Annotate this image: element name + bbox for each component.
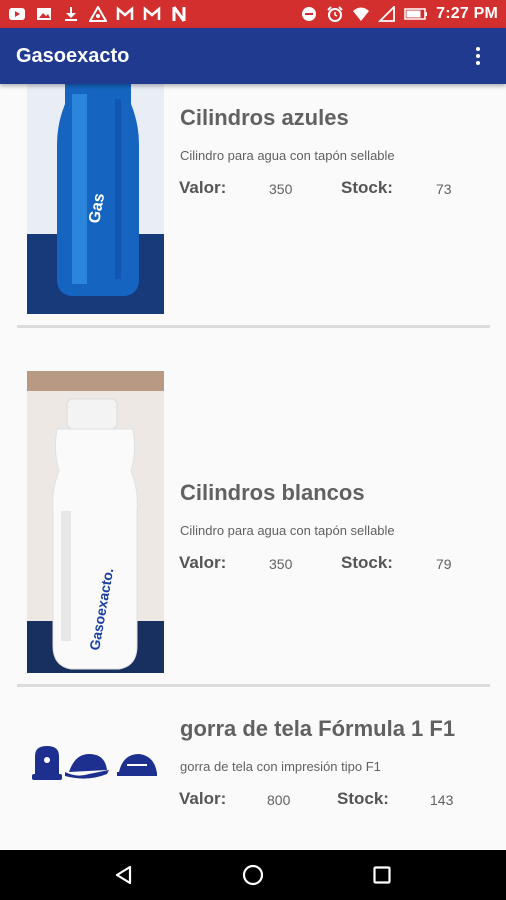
stock-amount: 143: [430, 792, 454, 808]
notification-icons: [8, 6, 188, 22]
stock-label: Stock:: [337, 789, 389, 808]
more-vert-icon[interactable]: [466, 36, 490, 76]
stock-amount: 79: [436, 556, 452, 572]
do-not-disturb-icon: [300, 6, 318, 22]
product-title: Cilindros blancos: [180, 480, 365, 505]
clock: 7:27 PM: [436, 5, 498, 22]
product-description: Cilindro para agua con tapón sellable: [180, 148, 395, 163]
divider: [17, 684, 490, 687]
product-image-blue-bottle: Gas: [27, 84, 164, 314]
divider: [17, 325, 490, 328]
product-card[interactable]: gorra de tela Fórmula 1 F1 gorra de tela…: [0, 690, 506, 850]
signal-icon: [378, 6, 396, 22]
product-title: Cilindros azules: [180, 105, 349, 130]
value-amount: 800: [267, 792, 291, 808]
wifi-icon: [352, 6, 370, 22]
product-card[interactable]: Gasoexacto. Cilindros blancos Cilindro p…: [0, 330, 506, 690]
system-icons: 7:27 PM: [300, 5, 498, 23]
app-title: Gasoexacto: [16, 44, 130, 67]
download-icon: [62, 6, 80, 22]
value-label: Valor:: [179, 178, 227, 197]
product-description: gorra de tela con impresión tipo F1: [180, 759, 381, 774]
recents-icon[interactable]: [362, 855, 402, 895]
alert-icon: [89, 6, 107, 22]
stock-label: Stock:: [341, 178, 393, 197]
value-amount: 350: [269, 181, 293, 197]
value-amount: 350: [269, 556, 293, 572]
product-title: gorra de tela Fórmula 1 F1: [180, 716, 456, 741]
battery-icon: [404, 6, 428, 22]
netflix-icon: [170, 6, 188, 22]
youtube-icon: [8, 6, 26, 22]
value-label: Valor:: [179, 553, 227, 572]
gmail-icon: [116, 6, 134, 22]
gallery-icon: [35, 6, 53, 22]
product-card[interactable]: Gas Cilindros azules Cilindro para agua …: [0, 84, 506, 330]
product-list[interactable]: Gas Cilindros azules Cilindro para agua …: [0, 84, 506, 850]
value-label: Valor:: [179, 789, 227, 808]
product-image-caps: [27, 726, 164, 798]
home-icon[interactable]: [233, 855, 273, 895]
product-image-white-bottle: Gasoexacto.: [27, 371, 164, 673]
app-bar: Gasoexacto: [0, 28, 506, 84]
status-bar: 7:27 PM: [0, 0, 506, 28]
navigation-bar: [0, 850, 506, 900]
back-icon[interactable]: [104, 855, 144, 895]
stock-label: Stock:: [341, 553, 393, 572]
gmail-icon: [143, 6, 161, 22]
product-description: Cilindro para agua con tapón sellable: [180, 523, 395, 538]
alarm-icon: [326, 6, 344, 22]
stock-amount: 73: [436, 181, 452, 197]
